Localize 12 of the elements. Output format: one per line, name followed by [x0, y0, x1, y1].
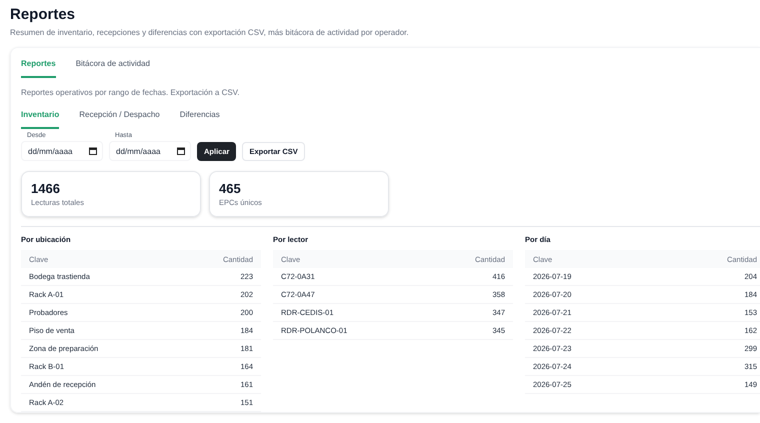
page-subtitle: Resumen de inventario, recepciones y diferencias con exportación CSV, más bitácora de actividad por operador. [10, 27, 410, 39]
tab[interactable]: Diferencias [180, 109, 220, 129]
calendar-icon[interactable] [177, 147, 185, 155]
calendar-icon[interactable] [89, 147, 97, 155]
tab[interactable]: Bitácora de actividad [76, 58, 150, 78]
stat-value: 1466 [31, 181, 61, 196]
stat-value: 465 [219, 181, 242, 196]
date-field[interactable]: dd/mm/aaaa [21, 141, 103, 161]
date-field[interactable]: dd/mm/aaaa [109, 141, 191, 161]
page-title: Reportes [10, 6, 76, 24]
section-description: Reportes operativos por rango de fechas. Exportación a CSV. [21, 87, 240, 99]
tab[interactable]: Recepción / Despacho [79, 109, 160, 129]
